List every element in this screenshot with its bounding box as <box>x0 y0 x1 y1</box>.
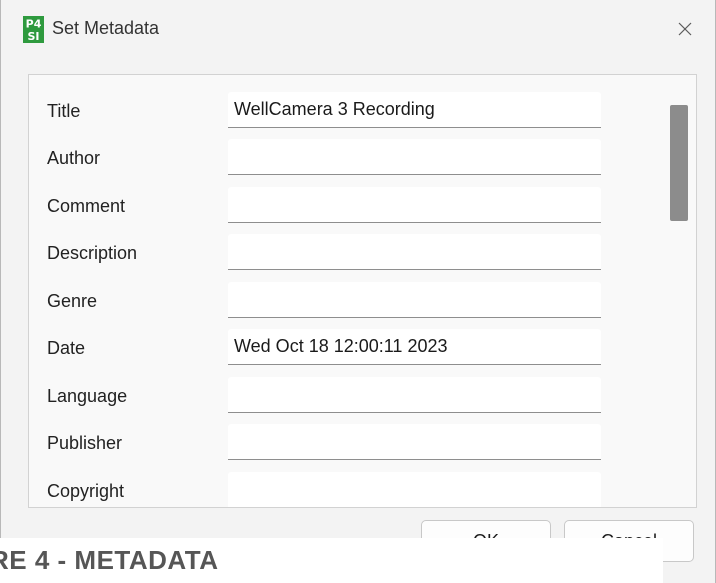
publisher-label: Publisher <box>47 433 123 453</box>
vertical-scrollbar[interactable] <box>667 93 689 493</box>
date-input[interactable] <box>228 329 601 365</box>
field-row-publisher: Publisher <box>29 424 629 462</box>
field-row-description: Description <box>29 234 629 272</box>
genre-label: Genre <box>47 291 98 311</box>
figure-caption: RE 4 - METADATA <box>0 545 219 575</box>
title-bar: P4 SI Set Metadata <box>1 0 715 62</box>
metadata-fields-panel: Title Author Comment Description Genre D… <box>28 74 697 508</box>
title-input[interactable] <box>228 92 601 128</box>
author-label: Author <box>47 148 101 168</box>
language-input[interactable] <box>228 377 601 413</box>
field-row-title: Title <box>29 92 629 130</box>
field-row-comment: Comment <box>29 187 629 225</box>
close-button[interactable] <box>665 12 705 46</box>
date-label: Date <box>47 338 86 358</box>
field-row-date: Date <box>29 329 629 367</box>
svg-text:P4: P4 <box>26 18 42 31</box>
app-logo-icon: P4 SI <box>23 16 44 43</box>
svg-text:SI: SI <box>27 30 39 43</box>
author-input[interactable] <box>228 139 601 175</box>
description-label: Description <box>47 243 138 263</box>
publisher-input[interactable] <box>228 424 601 460</box>
field-row-author: Author <box>29 139 629 177</box>
window-title: Set Metadata <box>52 18 160 38</box>
set-metadata-dialog: P4 SI Set Metadata Title Author Comment … <box>0 0 716 583</box>
language-label: Language <box>47 386 128 406</box>
genre-input[interactable] <box>228 282 601 318</box>
copyright-input[interactable] <box>228 472 601 507</box>
comment-label: Comment <box>47 196 126 216</box>
field-row-copyright: Copyright <box>29 472 629 507</box>
title-label: Title <box>47 101 81 121</box>
field-row-language: Language <box>29 377 629 415</box>
comment-input[interactable] <box>228 187 601 223</box>
copyright-label: Copyright <box>47 481 125 501</box>
description-input[interactable] <box>228 234 601 270</box>
scrollbar-thumb[interactable] <box>670 105 688 221</box>
close-icon <box>678 22 692 36</box>
field-row-genre: Genre <box>29 282 629 320</box>
